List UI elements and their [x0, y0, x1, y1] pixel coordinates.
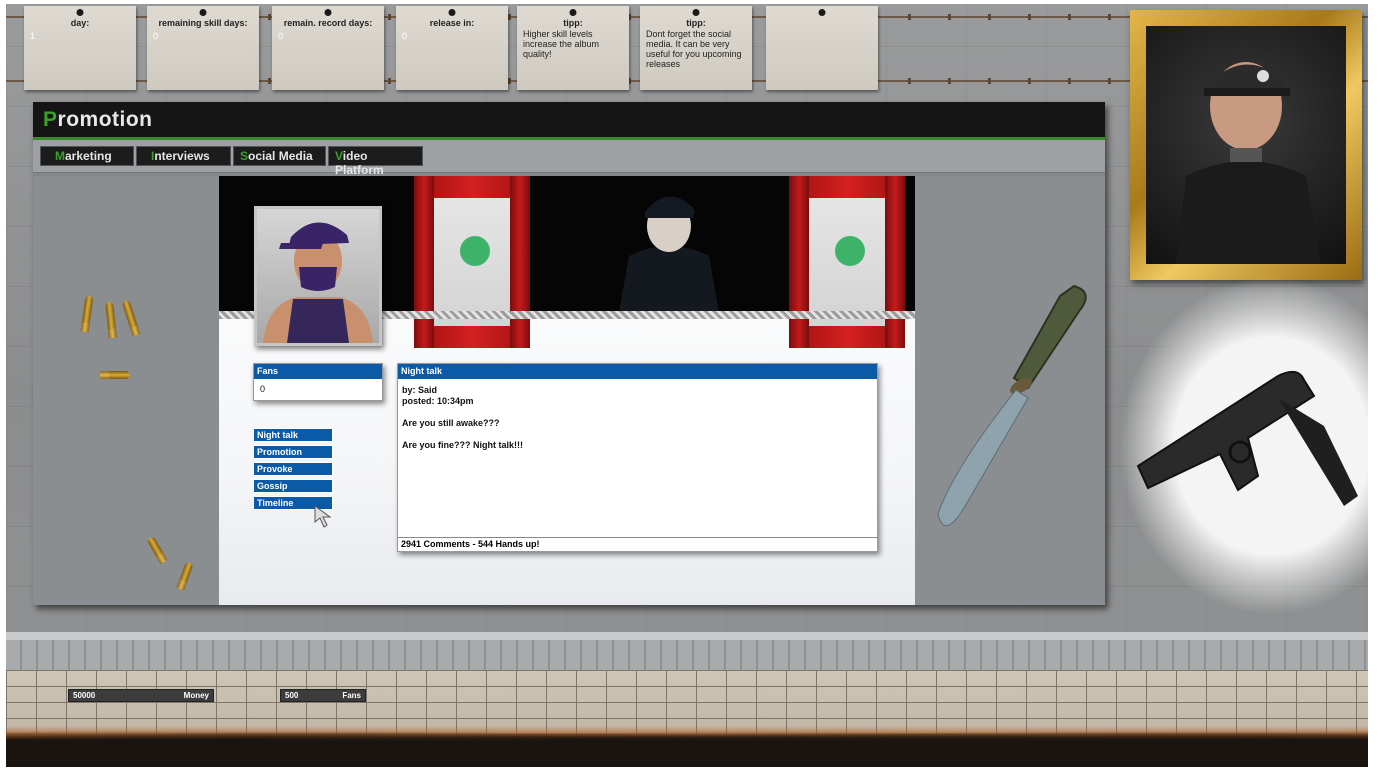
note-title: tipp: [686, 18, 706, 28]
character-icon [263, 222, 373, 343]
post-line-2: Are you fine??? Night talk!!! [402, 440, 523, 450]
post-header: Night talk [398, 364, 877, 379]
bullet-icon [176, 561, 194, 591]
pin-icon [569, 9, 577, 16]
note-title: day: [70, 18, 90, 28]
knife-icon [937, 284, 1087, 526]
post-line-1: Are you still awake??? [402, 418, 500, 428]
tab-video-platform[interactable]: Video Platform [328, 146, 423, 177]
player-avatar-icon [1176, 62, 1321, 264]
tab-marketing[interactable]: Marketing [40, 146, 134, 166]
note-text: Higher skill levels increase the album q… [523, 29, 600, 59]
note-title: release in: [429, 18, 475, 28]
note-value: 0 [402, 31, 408, 41]
note-tip-social: tipp: Dont forget the social media. It c… [640, 6, 752, 90]
post-body: by: Said posted: 10:34pm Are you still a… [398, 379, 877, 539]
bullet-icon [80, 295, 94, 333]
note-title: remain. record days: [283, 18, 373, 28]
bullet-icon [100, 371, 130, 379]
left-pane [33, 176, 219, 605]
note-value: 0 [153, 31, 159, 41]
note-title: remaining skill days: [158, 18, 248, 28]
menu-night-talk[interactable]: Night talk [253, 428, 333, 442]
fans-stat-value: 500 [285, 691, 299, 700]
post-author: by: Said [402, 385, 438, 395]
pin-icon [199, 9, 207, 16]
player-portrait [1146, 26, 1346, 264]
pin-icon [76, 9, 84, 16]
burned-edge [6, 726, 1368, 767]
curtain-left [414, 176, 532, 348]
note-empty [766, 6, 878, 90]
curtain-right [789, 176, 907, 348]
window-title: Promotion [43, 108, 153, 131]
fans-stat-label: Fans [342, 691, 361, 700]
bullet-icon [105, 301, 117, 339]
pin-icon [324, 9, 332, 16]
menu-gossip[interactable]: Gossip [253, 479, 333, 493]
powder-pile [1118, 276, 1368, 616]
title-bar: Promotion [33, 102, 1105, 140]
game-scene: day: 1 remaining skill days: 0 remain. r… [6, 4, 1368, 767]
note-text: Dont forget the social media. It can be … [646, 29, 742, 69]
note-value: 1 [30, 31, 36, 41]
menu-promotion[interactable]: Promotion [253, 445, 333, 459]
promotion-content: Fans 0 Night talk Promotion Provoke Goss… [219, 176, 915, 605]
pin-icon [818, 9, 826, 16]
fans-value: 0 [260, 384, 266, 394]
tab-social-media[interactable]: Social Media [233, 146, 326, 166]
pistol-icon [1136, 370, 1358, 506]
note-remain-record-days: remain. record days: 0 [272, 6, 384, 90]
money-label: Money [183, 691, 209, 700]
bullet-icon [121, 299, 141, 337]
post-time: posted: 10:34pm [402, 396, 474, 406]
cedar-icon [827, 228, 873, 274]
portrait-frame [1130, 10, 1362, 280]
menu-provoke[interactable]: Provoke [253, 462, 333, 476]
money-stat: 50000 Money [68, 689, 214, 702]
cedar-icon [452, 228, 498, 274]
cursor-icon [314, 505, 332, 528]
tab-bar: Marketing Interviews Social Media Video … [33, 140, 1105, 177]
money-value: 50000 [73, 691, 96, 700]
post-footer[interactable]: 2941 Comments - 544 Hands up! [398, 537, 877, 551]
pin-icon [448, 9, 456, 16]
night-talk-post: Night talk by: Said posted: 10:34pm Are … [397, 363, 878, 552]
bullet-icon [146, 535, 168, 565]
note-value: 0 [278, 31, 284, 41]
pin-icon [692, 9, 700, 16]
fans-stat: 500 Fans [280, 689, 366, 702]
fans-header: Fans [254, 364, 382, 379]
note-title: tipp: [563, 18, 583, 28]
note-day: day: 1 [24, 6, 136, 90]
note-tip-skill: tipp: Higher skill levels increase the a… [517, 6, 629, 90]
tab-interviews[interactable]: Interviews [136, 146, 231, 166]
wall-ledge [6, 632, 1368, 670]
note-release-in: release in: 0 [396, 6, 508, 90]
character-avatar [254, 206, 382, 346]
fans-box: Fans 0 [253, 363, 383, 401]
note-remaining-skill-days: remaining skill days: 0 [147, 6, 259, 90]
